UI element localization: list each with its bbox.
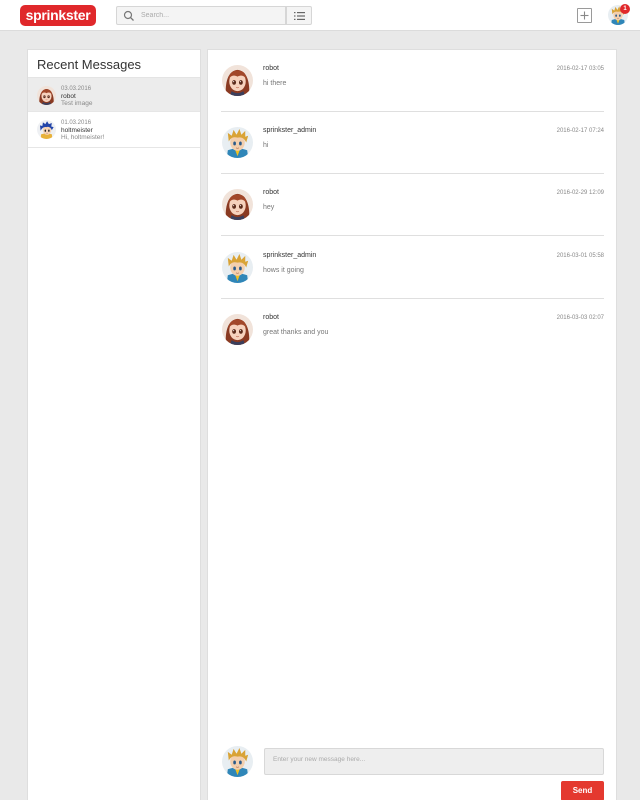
conversation-item[interactable]: 03.03.2016 robot Test image bbox=[28, 78, 200, 112]
message-item: robot 2016-02-17 03:05 hi there bbox=[221, 50, 604, 112]
message-text: hey bbox=[263, 204, 275, 211]
avatar[interactable] bbox=[222, 127, 253, 158]
search-box bbox=[116, 6, 286, 25]
message-text: great thanks and you bbox=[263, 329, 329, 336]
message-text: hows it going bbox=[263, 267, 304, 274]
message-item: sprinkster_admin 2016-03-01 05:58 hows i… bbox=[221, 237, 604, 299]
message-author[interactable]: robot bbox=[263, 189, 279, 196]
avatar[interactable] bbox=[222, 314, 253, 345]
conversation-name: robot bbox=[61, 93, 76, 100]
top-navigation-bar: sprinkster 1 bbox=[0, 0, 640, 31]
message-author[interactable]: sprinkster_admin bbox=[263, 127, 316, 134]
recent-messages-panel: Recent Messages 03.03.2016 robot Test im… bbox=[27, 49, 201, 800]
send-button[interactable]: Send bbox=[561, 781, 604, 800]
avatar[interactable] bbox=[222, 65, 253, 96]
notification-badge[interactable]: 1 bbox=[620, 4, 630, 14]
avatar[interactable] bbox=[222, 189, 253, 220]
message-timestamp: 2016-03-03 02:07 bbox=[556, 315, 604, 321]
message-author[interactable]: robot bbox=[263, 65, 279, 72]
search-icon bbox=[123, 10, 134, 21]
conversation-preview: Hi, holtmeister! bbox=[61, 134, 105, 141]
conversation-date: 01.03.2016 bbox=[61, 120, 92, 126]
category-list-button[interactable] bbox=[286, 6, 312, 25]
plus-icon bbox=[580, 11, 589, 20]
message-timestamp: 2016-03-01 05:58 bbox=[556, 253, 604, 259]
message-text: hi bbox=[263, 142, 269, 149]
message-timestamp: 2016-02-29 12:09 bbox=[556, 190, 604, 196]
logo-text: sprinkster bbox=[25, 7, 91, 23]
message-item: sprinkster_admin 2016-02-17 07:24 hi bbox=[221, 112, 604, 174]
message-timestamp: 2016-02-17 07:24 bbox=[556, 128, 604, 134]
conversation-name: holtmeister bbox=[61, 127, 93, 134]
sprinkster-logo[interactable]: sprinkster bbox=[20, 5, 96, 26]
search-input[interactable] bbox=[141, 8, 281, 23]
avatar bbox=[37, 120, 56, 139]
message-timestamp: 2016-02-17 03:05 bbox=[556, 66, 604, 72]
message-thread-panel: robot 2016-02-17 03:05 hi there sprinkst… bbox=[207, 49, 617, 800]
recent-messages-title: Recent Messages bbox=[28, 50, 200, 78]
message-author[interactable]: robot bbox=[263, 314, 279, 321]
message-item: robot 2016-03-03 02:07 great thanks and … bbox=[221, 299, 604, 361]
avatar bbox=[37, 86, 56, 105]
conversation-date: 03.03.2016 bbox=[61, 86, 92, 92]
divider bbox=[221, 235, 604, 236]
composer-avatar bbox=[222, 746, 253, 777]
message-input[interactable] bbox=[264, 748, 604, 775]
list-icon bbox=[294, 12, 305, 20]
conversation-preview: Test image bbox=[61, 100, 93, 107]
conversation-item[interactable]: 01.03.2016 holtmeister Hi, holtmeister! bbox=[28, 112, 200, 148]
avatar[interactable] bbox=[222, 252, 253, 283]
message-author[interactable]: sprinkster_admin bbox=[263, 252, 316, 259]
message-item: robot 2016-02-29 12:09 hey bbox=[221, 174, 604, 236]
add-pin-button[interactable] bbox=[577, 8, 592, 23]
message-text: hi there bbox=[263, 80, 287, 87]
